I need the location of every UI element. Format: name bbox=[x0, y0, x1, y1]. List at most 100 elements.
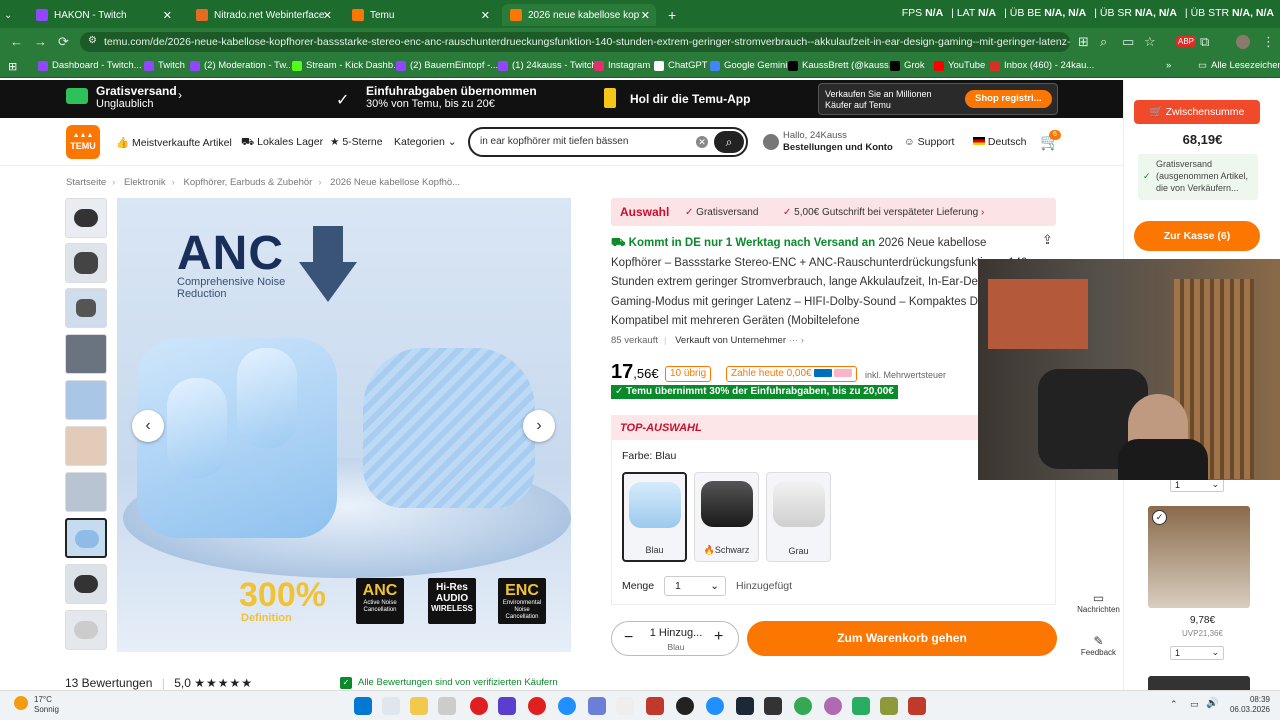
app-icon[interactable] bbox=[764, 697, 782, 715]
cast-icon[interactable]: ▭ bbox=[1122, 34, 1134, 50]
breadcrumb-electronics[interactable]: Elektronik bbox=[124, 177, 166, 188]
plus-icon[interactable]: + bbox=[714, 628, 723, 646]
close-tab-icon[interactable]: ✕ bbox=[481, 9, 490, 22]
bookmark-item[interactable]: Google Gemini bbox=[710, 60, 787, 71]
windows-start-icon[interactable] bbox=[354, 697, 372, 715]
menu-dots-icon[interactable]: ⋮ bbox=[1262, 34, 1275, 50]
prev-image-button[interactable]: ‹ bbox=[132, 410, 164, 442]
app-promo[interactable]: Hol dir die Temu-App bbox=[630, 92, 750, 106]
feedback-button[interactable]: ✎ Feedback bbox=[1076, 634, 1121, 657]
steam-icon[interactable] bbox=[736, 697, 754, 715]
clear-search-icon[interactable]: ✕ bbox=[696, 136, 708, 148]
bookmark-item[interactable]: Stream - Kick Dashb... bbox=[292, 60, 401, 71]
checkbox-checked-icon[interactable]: ✓ bbox=[1152, 510, 1167, 525]
thumbnail[interactable] bbox=[65, 610, 107, 650]
breadcrumb-headphones[interactable]: Kopfhörer, Earbuds & Zubehör bbox=[183, 177, 312, 188]
bookmark-star-icon[interactable]: ☆ bbox=[1144, 34, 1156, 50]
url-field[interactable]: ⚙ temu.com/de/2026-neue-kabellose-kopfho… bbox=[80, 32, 1070, 52]
adblock-icon[interactable]: ABP bbox=[1176, 36, 1197, 47]
messages-button[interactable]: ▭ Nachrichten bbox=[1076, 591, 1121, 614]
bookmark-item[interactable]: Dashboard - Twitch... bbox=[38, 60, 142, 71]
app-icon[interactable] bbox=[676, 697, 694, 715]
avatar[interactable] bbox=[763, 134, 779, 150]
mouse-app-icon[interactable] bbox=[438, 697, 456, 715]
register-shop-button[interactable]: Shop registri... bbox=[965, 90, 1052, 108]
network-icon[interactable]: ▭ bbox=[1190, 699, 1199, 710]
bookmark-item[interactable]: Grok bbox=[890, 60, 925, 71]
tab-search-menu[interactable]: ⌄ bbox=[0, 4, 22, 26]
app-icon[interactable] bbox=[528, 697, 546, 715]
clock[interactable]: 08:39 06.03.2026 bbox=[1226, 695, 1270, 715]
free-shipping-promo[interactable]: Gratisversand Unglaublich bbox=[96, 84, 177, 110]
app-icon[interactable] bbox=[470, 697, 488, 715]
account-menu[interactable]: Hallo, 24Kauss Bestellungen und Konto bbox=[783, 130, 893, 154]
color-swatch-grey[interactable]: Grau bbox=[766, 472, 831, 562]
bookmark-item[interactable]: Twitch bbox=[144, 60, 185, 71]
tab-product-active[interactable]: 2026 neue kabellose kopfhörer ✕ bbox=[502, 4, 656, 26]
cart-item-qty-select[interactable]: 1 ⌄ bbox=[1170, 646, 1224, 660]
support-link[interactable]: ☺ Support bbox=[904, 136, 954, 148]
late-delivery-credit[interactable]: ✓ 5,00€ Gutschrift bei verspäteter Liefe… bbox=[783, 207, 984, 218]
reviews-summary[interactable]: 13 Bewertungen | 5,0 ★★★★★ bbox=[65, 676, 253, 690]
all-bookmarks[interactable]: ▭ Alle Lesezeichen bbox=[1198, 60, 1280, 71]
app-icon[interactable] bbox=[498, 697, 516, 715]
app-icon[interactable] bbox=[588, 697, 606, 715]
profile-avatar[interactable] bbox=[1236, 35, 1250, 49]
subtotal-button[interactable]: 🛒 Zwischensumme bbox=[1134, 100, 1260, 124]
pay-later-badge[interactable]: Zahle heute 0,00€ bbox=[726, 366, 858, 382]
checkout-button[interactable]: Zur Kasse (6) bbox=[1134, 221, 1260, 251]
app-icon[interactable] bbox=[706, 697, 724, 715]
bookmark-item[interactable]: (1) 24kauss - Twitch bbox=[498, 60, 597, 71]
back-icon[interactable]: ← bbox=[10, 34, 23, 49]
close-tab-icon[interactable]: ✕ bbox=[163, 9, 172, 22]
folder-icon[interactable] bbox=[410, 697, 428, 715]
search-box[interactable]: in ear kopfhörer mit tiefen bässen ✕ ⌕ bbox=[468, 127, 748, 157]
bookmark-item[interactable]: ChatGPT bbox=[654, 60, 708, 71]
temu-logo[interactable]: ▲▲▲ TEMU bbox=[66, 125, 100, 159]
apps-grid-icon[interactable]: ⊞ bbox=[8, 60, 17, 73]
volume-icon[interactable]: 🔊 bbox=[1206, 698, 1218, 709]
quantity-stepper[interactable]: − 1 Hinzug... Blau + bbox=[611, 621, 739, 656]
app-icon[interactable] bbox=[908, 697, 926, 715]
nav-bestsellers[interactable]: 👍 Meistverkaufte Artikel bbox=[116, 136, 232, 149]
thumbnail[interactable] bbox=[65, 380, 107, 420]
thumbnail[interactable] bbox=[65, 426, 107, 466]
nav-five-stars[interactable]: ★ 5-Sterne bbox=[330, 136, 383, 148]
site-info-icon[interactable]: ⚙ bbox=[88, 35, 97, 46]
new-tab-button[interactable]: + bbox=[660, 4, 682, 26]
app-icon[interactable] bbox=[880, 697, 898, 715]
seller-link[interactable]: Verkauft von Unternehmer bbox=[675, 335, 786, 346]
extensions-icon[interactable]: ⧉ bbox=[1200, 34, 1209, 50]
app-icon[interactable] bbox=[852, 697, 870, 715]
bookmark-item[interactable]: YouTube bbox=[934, 60, 985, 71]
tab-nitrado[interactable]: Nitrado.net Webinterface ✕ bbox=[188, 4, 338, 26]
thumbnail-selected[interactable] bbox=[65, 518, 107, 558]
bookmark-item[interactable]: Instagram bbox=[594, 60, 650, 71]
color-swatch-blue[interactable]: Blau bbox=[622, 472, 687, 562]
bookmark-item[interactable]: KaussBrett (@kauss... bbox=[788, 60, 897, 71]
reload-icon[interactable]: ⟳ bbox=[58, 34, 69, 50]
product-main-image[interactable]: ANC Comprehensive Noise Reduction 300% D… bbox=[117, 198, 571, 652]
translate-icon[interactable]: ⊞ bbox=[1078, 34, 1089, 50]
zoom-icon[interactable]: ⌕ bbox=[1100, 34, 1107, 50]
nav-categories[interactable]: Kategorien ⌄ bbox=[394, 136, 457, 148]
thumbnail[interactable] bbox=[65, 198, 107, 238]
share-icon[interactable]: ⇪ bbox=[1042, 232, 1053, 248]
breadcrumb-home[interactable]: Startseite bbox=[66, 177, 106, 188]
weather-widget[interactable]: 17°C Sonnig bbox=[34, 695, 59, 715]
thumbnail[interactable] bbox=[65, 564, 107, 604]
quantity-select[interactable]: 1 ⌄ bbox=[664, 576, 726, 596]
search-input[interactable]: in ear kopfhörer mit tiefen bässen bbox=[480, 136, 628, 147]
close-tab-icon[interactable]: ✕ bbox=[323, 9, 332, 22]
thumbnail[interactable] bbox=[65, 288, 107, 328]
search-button[interactable]: ⌕ bbox=[714, 131, 744, 153]
forward-icon[interactable]: → bbox=[34, 34, 47, 49]
bookmark-item[interactable]: (2) BauernEintopf -... bbox=[396, 60, 498, 71]
cart-item-image[interactable] bbox=[1148, 676, 1250, 690]
thumbnail[interactable] bbox=[65, 243, 107, 283]
import-duty-promo[interactable]: Einfuhrabgaben übernommen 30% von Temu, … bbox=[366, 84, 537, 110]
color-swatch-black[interactable]: 🔥Schwarz bbox=[694, 472, 759, 562]
bookmark-item[interactable]: (2) Moderation - Tw... bbox=[190, 60, 294, 71]
cart-item-qty-select[interactable]: 1 ⌄ bbox=[1170, 478, 1224, 492]
next-image-button[interactable]: › bbox=[523, 410, 555, 442]
